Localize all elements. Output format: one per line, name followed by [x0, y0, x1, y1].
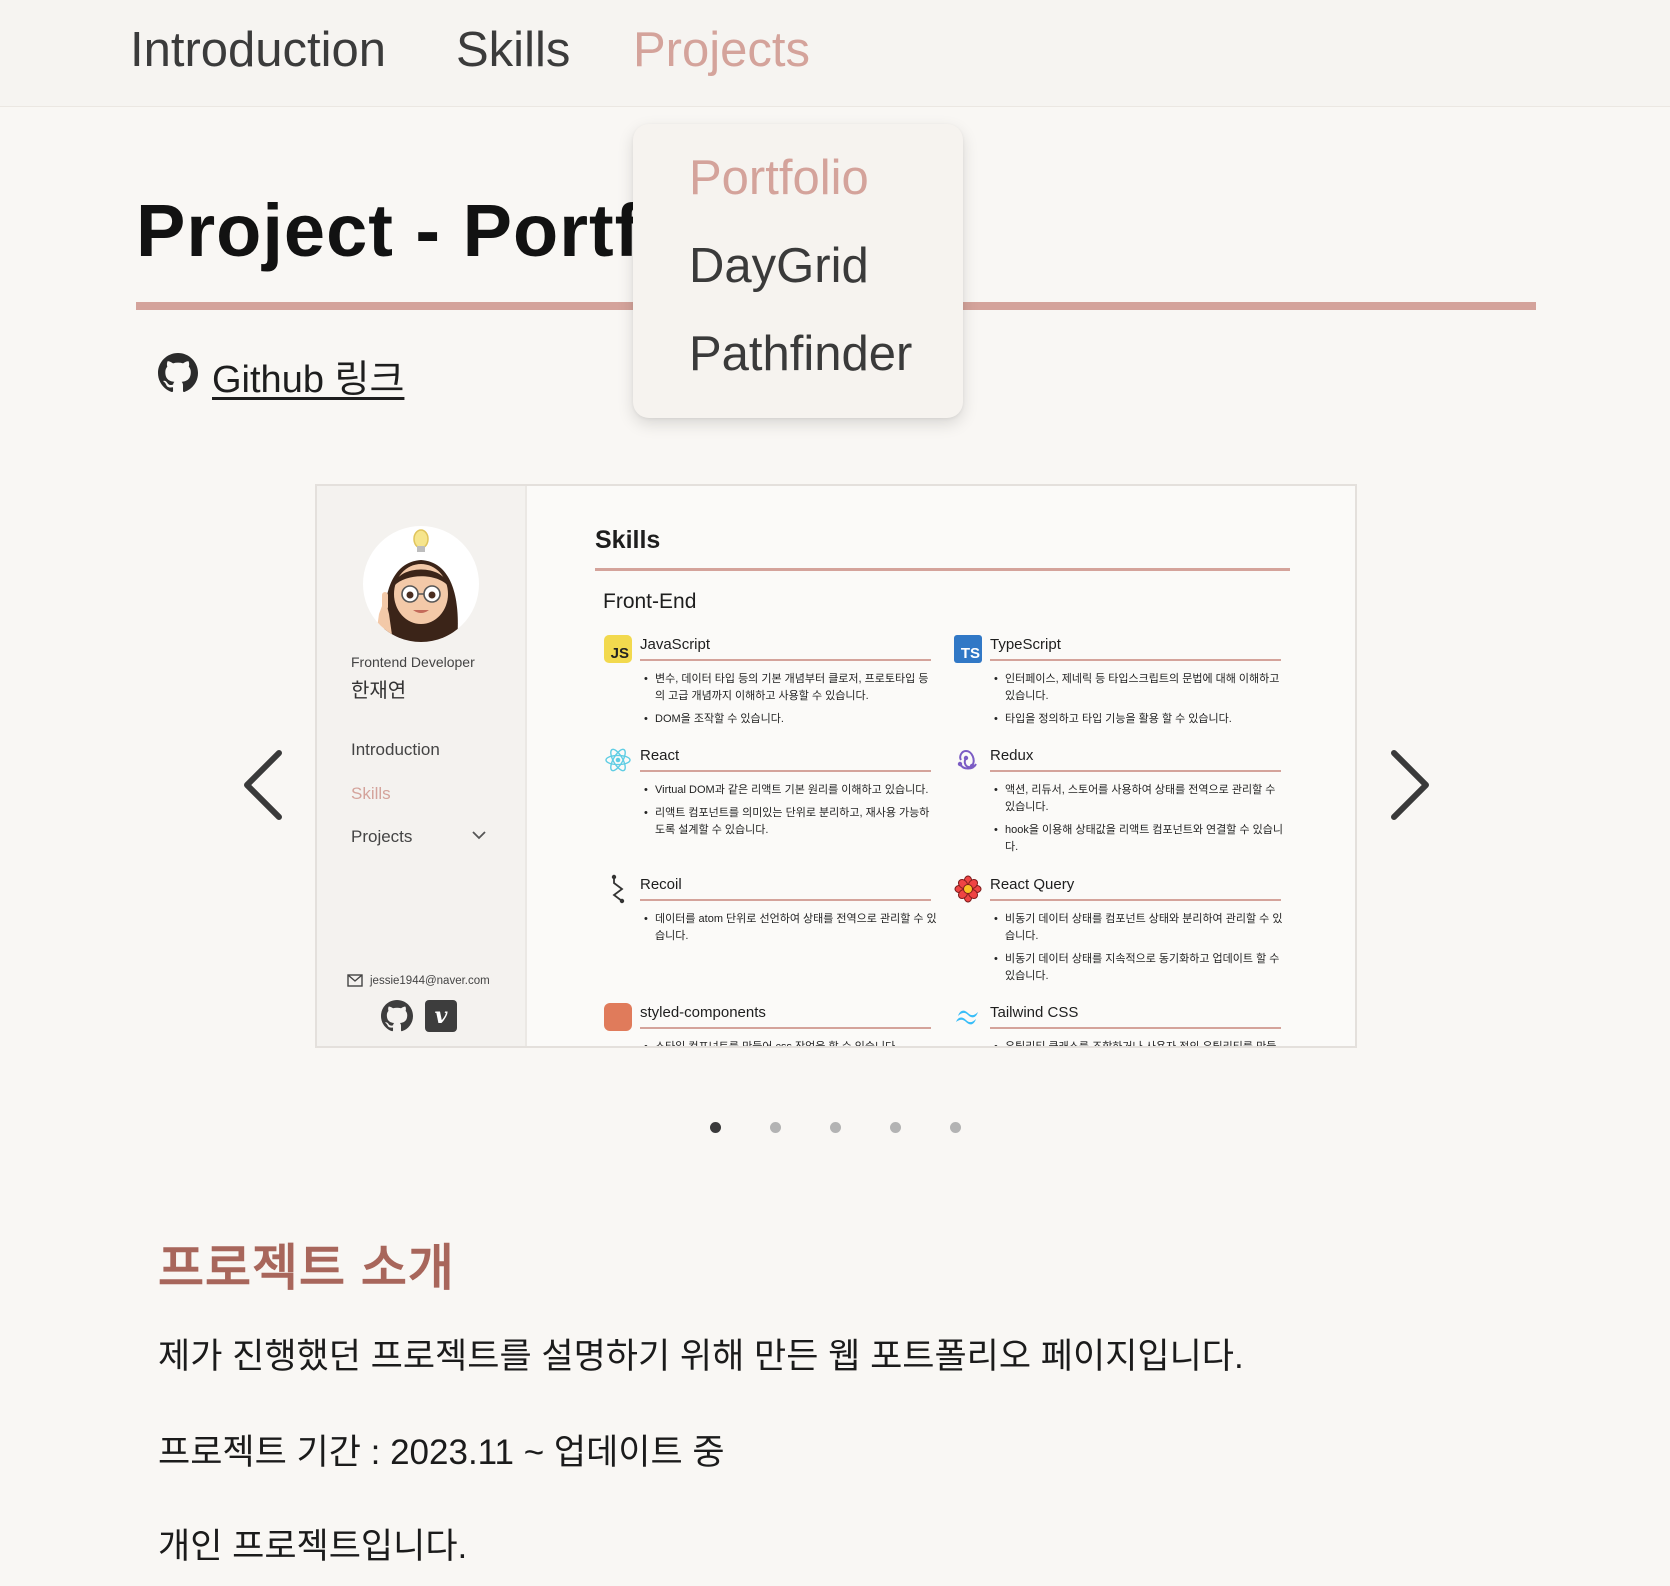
skill-bullet: 타입을 정의하고 타입 기능을 활용 할 수 있습니다.: [994, 711, 1287, 728]
carousel-dot-2[interactable]: [770, 1122, 781, 1133]
skill-name: Tailwind CSS: [990, 1004, 1079, 1021]
carousel-dots: [0, 1122, 1670, 1136]
skill-bullet: 변수, 데이터 타입 등의 기본 개념부터 클로저, 프로토타입 등의 고급 개…: [644, 671, 937, 705]
nav-introduction[interactable]: Introduction: [130, 22, 386, 78]
profile-name: 한재연: [351, 680, 407, 702]
skill-bullet: Virtual DOM과 같은 리액트 기본 원리를 이해하고 있습니다.: [644, 782, 937, 799]
skill-bullet: 액션, 리듀서, 스토어를 사용하여 상태를 전역으로 관리할 수 있습니다.: [994, 782, 1287, 816]
dropdown-item-daygrid[interactable]: DayGrid: [689, 238, 869, 294]
chevron-down-icon: [472, 831, 486, 840]
slide-email: jessie1944@naver.com: [347, 974, 490, 987]
profile-role: Frontend Developer: [351, 654, 475, 670]
velog-icon: v: [425, 1000, 457, 1032]
skill-name: Recoil: [640, 876, 682, 893]
nav-skills[interactable]: Skills: [456, 22, 570, 78]
mail-icon: [347, 974, 363, 987]
react-query-icon: [953, 874, 983, 904]
skill-bullet: 비동기 데이터 상태를 컴포넌트 상태와 분리하여 관리할 수 있습니다.: [994, 911, 1287, 945]
skill-bullet: hook을 이용해 상태값을 리액트 컴포넌트와 연결할 수 있습니다.: [994, 822, 1287, 856]
slide-sidebar-introduction: Introduction: [351, 740, 440, 759]
slide-skills-title: Skills: [595, 526, 661, 554]
redux-icon: [953, 745, 983, 775]
tailwind-icon: [953, 1002, 983, 1032]
github-link-label: Github 링크: [212, 359, 405, 401]
skill-bullet: 유틸리티 클래스를 조합하거나 사용자 정의 유틸리티를 만들: [994, 1039, 1287, 1046]
slide-sidebar-skills: Skills: [351, 784, 391, 803]
github-link[interactable]: Github 링크: [158, 348, 404, 403]
project-type: 개인 프로젝트입니다.: [158, 1527, 468, 1566]
github-icon: [158, 353, 198, 398]
styled-components-icon: [603, 1002, 633, 1032]
slide-main: Skills Front-End JS JavaScript 변수, 데이터 타…: [527, 486, 1355, 1046]
carousel-dot-4[interactable]: [890, 1122, 901, 1133]
slide-social-links: v: [381, 1000, 457, 1032]
dropdown-item-pathfinder[interactable]: Pathfinder: [689, 326, 912, 382]
skill-bullet: 데이터를 atom 단위로 선언하여 상태를 전역으로 관리할 수 있습니다.: [644, 911, 937, 945]
carousel-slide: Frontend Developer 한재연 Introduction Skil…: [315, 484, 1357, 1048]
carousel-prev-button[interactable]: [235, 745, 295, 825]
slide-skills-divider: [595, 568, 1290, 571]
skill-name: Redux: [990, 747, 1034, 764]
projects-dropdown: Portfolio DayGrid Pathfinder: [633, 124, 963, 418]
slide-sidebar-projects: Projects: [351, 827, 413, 846]
skill-name: styled-components: [640, 1004, 766, 1021]
slide-section-title: Front-End: [603, 590, 697, 613]
carousel-next-button[interactable]: [1378, 745, 1438, 825]
recoil-icon: [603, 874, 633, 904]
skill-name: TypeScript: [990, 636, 1061, 653]
nav-projects[interactable]: Projects: [633, 22, 810, 78]
skill-name: React Query: [990, 876, 1075, 893]
slide-sidebar: Frontend Developer 한재연 Introduction Skil…: [317, 486, 527, 1046]
carousel-dot-5[interactable]: [950, 1122, 961, 1133]
skill-bullet: 인터페이스, 제네릭 등 타입스크립트의 문법에 대해 이해하고 있습니다.: [994, 671, 1287, 705]
slide-email-text: jessie1944@naver.com: [370, 974, 490, 987]
skill-name: JavaScript: [640, 636, 711, 653]
project-period: 프로젝트 기간 : 2023.11 ~ 업데이트 중: [158, 1433, 725, 1472]
avatar: [363, 526, 479, 642]
typescript-icon: TS: [953, 634, 983, 664]
project-intro-paragraph: 제가 진행했던 프로젝트를 설명하기 위해 만든 웹 포트폴리오 페이지입니다.: [158, 1337, 1244, 1376]
dropdown-item-portfolio[interactable]: Portfolio: [689, 150, 869, 206]
project-intro-heading: 프로젝트 소개: [158, 1240, 455, 1296]
javascript-icon: JS: [603, 634, 633, 664]
chevron-left-icon: [244, 750, 282, 820]
carousel-dot-3[interactable]: [830, 1122, 841, 1133]
chevron-right-icon: [1391, 750, 1429, 820]
skill-bullet: 스타일 컴포넌트를 만들어 css 작업을 할 수 있습니다.: [644, 1039, 937, 1046]
skill-bullet: 리액트 컴포넌트를 의미있는 단위로 분리하고, 재사용 가능하도록 설계할 수…: [644, 805, 937, 839]
react-icon: [603, 745, 633, 775]
skill-name: React: [640, 747, 680, 764]
top-nav: Introduction Skills Projects: [0, 0, 1670, 107]
skill-bullet: DOM을 조작할 수 있습니다.: [644, 711, 937, 728]
carousel-dot-1[interactable]: [710, 1122, 721, 1133]
github-icon: [381, 1000, 413, 1032]
skill-bullet: 비동기 데이터 상태를 지속적으로 동기화하고 업데이트 할 수 있습니다.: [994, 951, 1287, 985]
